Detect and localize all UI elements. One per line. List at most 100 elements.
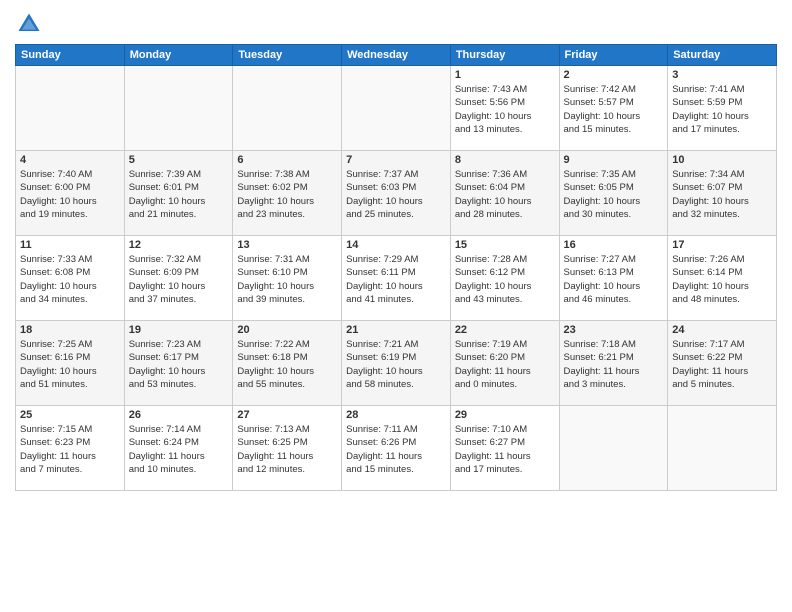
calendar-cell: 16 Sunrise: 7:27 AM Sunset: 6:13 PM Dayli…: [559, 236, 668, 321]
calendar-cell: 6Sunrise: 7:38 AM Sunset: 6:02 PM Daylig…: [233, 151, 342, 236]
day-info: Sunrise: 7:25 AM Sunset: 6:16 PM Dayligh…: [20, 338, 120, 391]
calendar-cell: 7 Sunrise: 7:37 AM Sunset: 6:03 PM Daylig…: [342, 151, 451, 236]
day-number: 10: [672, 154, 772, 166]
day-number: 3: [672, 69, 772, 81]
day-number: 17: [672, 239, 772, 251]
day-header-friday: Friday: [559, 45, 668, 66]
calendar-cell: 27 Sunrise: 7:13 AM Sunset: 6:25 PM Dayli…: [233, 406, 342, 491]
calendar-cell: 19 Sunrise: 7:23 AM Sunset: 6:17 PM Dayli…: [124, 321, 233, 406]
day-info: Sunrise: 7:13 AM Sunset: 6:25 PM Dayligh…: [237, 423, 337, 476]
calendar-cell: 14Sunrise: 7:29 AM Sunset: 6:11 PM Dayli…: [342, 236, 451, 321]
day-info: Sunrise: 7:27 AM Sunset: 6:13 PM Dayligh…: [564, 253, 664, 306]
day-number: 25: [20, 409, 120, 421]
calendar-week-1: 1 Sunrise: 7:43 AM Sunset: 5:56 PM Daylig…: [16, 66, 777, 151]
calendar-cell: 28 Sunrise: 7:11 AM Sunset: 6:26 PM Dayli…: [342, 406, 451, 491]
calendar-header-row: SundayMondayTuesdayWednesdayThursdayFrid…: [16, 45, 777, 66]
day-number: 12: [129, 239, 229, 251]
day-info: Sunrise: 7:35 AM Sunset: 6:05 PM Dayligh…: [564, 168, 664, 221]
day-number: 23: [564, 324, 664, 336]
calendar-cell: 23 Sunrise: 7:18 AM Sunset: 6:21 PM Dayli…: [559, 321, 668, 406]
calendar-cell: 29 Sunrise: 7:10 AM Sunset: 6:27 PM Dayli…: [450, 406, 559, 491]
day-number: 1: [455, 69, 555, 81]
day-info: Sunrise: 7:28 AM Sunset: 6:12 PM Dayligh…: [455, 253, 555, 306]
day-info: Sunrise: 7:36 AM Sunset: 6:04 PM Dayligh…: [455, 168, 555, 221]
calendar-cell: 17 Sunrise: 7:26 AM Sunset: 6:14 PM Dayli…: [668, 236, 777, 321]
calendar-cell: 2 Sunrise: 7:42 AM Sunset: 5:57 PM Daylig…: [559, 66, 668, 151]
day-number: 28: [346, 409, 446, 421]
day-info: Sunrise: 7:32 AM Sunset: 6:09 PM Dayligh…: [129, 253, 229, 306]
day-number: 7: [346, 154, 446, 166]
day-number: 4: [20, 154, 120, 166]
day-info: Sunrise: 7:40 AM Sunset: 6:00 PM Dayligh…: [20, 168, 120, 221]
calendar-cell: [559, 406, 668, 491]
calendar-cell: 22Sunrise: 7:19 AM Sunset: 6:20 PM Dayli…: [450, 321, 559, 406]
day-number: 21: [346, 324, 446, 336]
logo-icon: [15, 10, 43, 38]
day-info: Sunrise: 7:31 AM Sunset: 6:10 PM Dayligh…: [237, 253, 337, 306]
day-number: 13: [237, 239, 337, 251]
calendar-cell: 24 Sunrise: 7:17 AM Sunset: 6:22 PM Dayli…: [668, 321, 777, 406]
day-number: 26: [129, 409, 229, 421]
calendar-cell: 11 Sunrise: 7:33 AM Sunset: 6:08 PM Dayli…: [16, 236, 125, 321]
day-header-thursday: Thursday: [450, 45, 559, 66]
calendar-cell: [342, 66, 451, 151]
day-number: 8: [455, 154, 555, 166]
day-number: 20: [237, 324, 337, 336]
day-info: Sunrise: 7:39 AM Sunset: 6:01 PM Dayligh…: [129, 168, 229, 221]
calendar-cell: 12 Sunrise: 7:32 AM Sunset: 6:09 PM Dayli…: [124, 236, 233, 321]
day-number: 18: [20, 324, 120, 336]
day-info: Sunrise: 7:26 AM Sunset: 6:14 PM Dayligh…: [672, 253, 772, 306]
calendar-cell: 5Sunrise: 7:39 AM Sunset: 6:01 PM Daylig…: [124, 151, 233, 236]
day-number: 15: [455, 239, 555, 251]
day-info: Sunrise: 7:10 AM Sunset: 6:27 PM Dayligh…: [455, 423, 555, 476]
calendar-week-5: 25 Sunrise: 7:15 AM Sunset: 6:23 PM Dayli…: [16, 406, 777, 491]
day-number: 2: [564, 69, 664, 81]
calendar-cell: 25 Sunrise: 7:15 AM Sunset: 6:23 PM Dayli…: [16, 406, 125, 491]
day-info: Sunrise: 7:11 AM Sunset: 6:26 PM Dayligh…: [346, 423, 446, 476]
logo: [15, 10, 47, 38]
calendar-cell: [233, 66, 342, 151]
day-info: Sunrise: 7:19 AM Sunset: 6:20 PM Dayligh…: [455, 338, 555, 391]
calendar-week-3: 11 Sunrise: 7:33 AM Sunset: 6:08 PM Dayli…: [16, 236, 777, 321]
day-header-sunday: Sunday: [16, 45, 125, 66]
day-number: 14: [346, 239, 446, 251]
calendar-cell: 21 Sunrise: 7:21 AM Sunset: 6:19 PM Dayli…: [342, 321, 451, 406]
day-number: 9: [564, 154, 664, 166]
day-info: Sunrise: 7:18 AM Sunset: 6:21 PM Dayligh…: [564, 338, 664, 391]
day-number: 24: [672, 324, 772, 336]
day-info: Sunrise: 7:15 AM Sunset: 6:23 PM Dayligh…: [20, 423, 120, 476]
day-info: Sunrise: 7:23 AM Sunset: 6:17 PM Dayligh…: [129, 338, 229, 391]
day-info: Sunrise: 7:33 AM Sunset: 6:08 PM Dayligh…: [20, 253, 120, 306]
day-number: 6: [237, 154, 337, 166]
calendar: SundayMondayTuesdayWednesdayThursdayFrid…: [15, 44, 777, 491]
calendar-cell: [668, 406, 777, 491]
day-info: Sunrise: 7:43 AM Sunset: 5:56 PM Dayligh…: [455, 83, 555, 136]
day-info: Sunrise: 7:17 AM Sunset: 6:22 PM Dayligh…: [672, 338, 772, 391]
calendar-cell: 13 Sunrise: 7:31 AM Sunset: 6:10 PM Dayli…: [233, 236, 342, 321]
calendar-cell: 20Sunrise: 7:22 AM Sunset: 6:18 PM Dayli…: [233, 321, 342, 406]
calendar-cell: [16, 66, 125, 151]
calendar-cell: 8 Sunrise: 7:36 AM Sunset: 6:04 PM Daylig…: [450, 151, 559, 236]
day-header-monday: Monday: [124, 45, 233, 66]
day-number: 16: [564, 239, 664, 251]
day-info: Sunrise: 7:42 AM Sunset: 5:57 PM Dayligh…: [564, 83, 664, 136]
calendar-cell: 26 Sunrise: 7:14 AM Sunset: 6:24 PM Dayli…: [124, 406, 233, 491]
day-info: Sunrise: 7:34 AM Sunset: 6:07 PM Dayligh…: [672, 168, 772, 221]
calendar-cell: 1 Sunrise: 7:43 AM Sunset: 5:56 PM Daylig…: [450, 66, 559, 151]
day-info: Sunrise: 7:21 AM Sunset: 6:19 PM Dayligh…: [346, 338, 446, 391]
calendar-cell: 18 Sunrise: 7:25 AM Sunset: 6:16 PM Dayli…: [16, 321, 125, 406]
day-info: Sunrise: 7:37 AM Sunset: 6:03 PM Dayligh…: [346, 168, 446, 221]
day-number: 29: [455, 409, 555, 421]
day-number: 11: [20, 239, 120, 251]
day-header-saturday: Saturday: [668, 45, 777, 66]
calendar-week-4: 18 Sunrise: 7:25 AM Sunset: 6:16 PM Dayli…: [16, 321, 777, 406]
page: SundayMondayTuesdayWednesdayThursdayFrid…: [0, 0, 792, 612]
day-header-wednesday: Wednesday: [342, 45, 451, 66]
day-number: 19: [129, 324, 229, 336]
day-number: 27: [237, 409, 337, 421]
day-info: Sunrise: 7:14 AM Sunset: 6:24 PM Dayligh…: [129, 423, 229, 476]
calendar-cell: 9 Sunrise: 7:35 AM Sunset: 6:05 PM Daylig…: [559, 151, 668, 236]
calendar-cell: [124, 66, 233, 151]
calendar-cell: 15 Sunrise: 7:28 AM Sunset: 6:12 PM Dayli…: [450, 236, 559, 321]
calendar-cell: 3Sunrise: 7:41 AM Sunset: 5:59 PM Daylig…: [668, 66, 777, 151]
